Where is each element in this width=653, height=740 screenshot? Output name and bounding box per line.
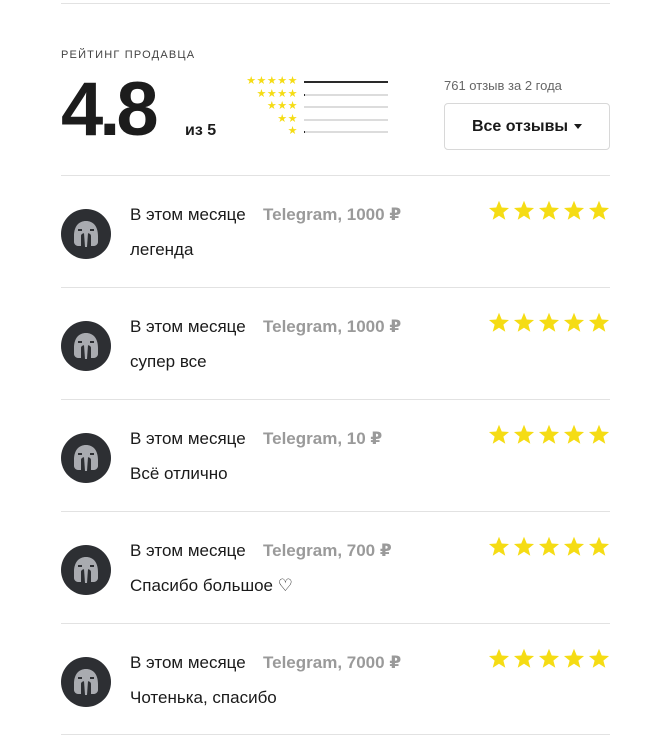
star-icon [513, 648, 535, 669]
review-rating [488, 424, 610, 445]
star-icon [538, 312, 560, 333]
review-rating [488, 536, 610, 557]
review-item: В этом месяце Telegram, 700 ₽ Спасибо боль… [61, 511, 610, 623]
review-date: В этом месяце [130, 541, 246, 560]
star-icon [563, 648, 585, 669]
rating-of-label: из 5 [185, 122, 217, 139]
review-date: В этом месяце [130, 205, 246, 224]
top-divider [61, 3, 610, 4]
avatar [61, 657, 111, 707]
distribution-bar [304, 106, 388, 108]
distribution-stars-icon: ★★★ [266, 100, 298, 112]
review-item: В этом месяце Telegram, 7000 ₽ Чотенька, с… [61, 623, 610, 735]
star-icon [588, 312, 610, 333]
helmet-icon [74, 333, 98, 359]
star-icon [488, 424, 510, 445]
rating-value: 4.8 [61, 67, 159, 152]
review-text: супер все [130, 352, 207, 371]
review-rating [488, 312, 610, 333]
distribution-bar [304, 93, 388, 96]
star-icon [488, 312, 510, 333]
star-icon [588, 424, 610, 445]
star-icon [588, 536, 610, 557]
star-icon [538, 536, 560, 557]
star-icon [588, 200, 610, 221]
review-date: В этом месяце [130, 429, 246, 448]
review-text: Всё отлично [130, 464, 228, 483]
review-item: В этом месяце Telegram, 1000 ₽ легенда [61, 175, 610, 287]
distribution-stars-icon: ★★ [277, 112, 298, 125]
review-source: Telegram, 1000 ₽ [263, 205, 402, 224]
star-icon [513, 200, 535, 221]
star-icon [488, 536, 510, 557]
avatar [61, 321, 111, 371]
review-text: Спасибо большое ♡ [130, 576, 293, 595]
review-source: Telegram, 10 ₽ [263, 429, 383, 448]
distribution-stars-icon: ★★★★ [256, 87, 298, 100]
rating-distribution: ★★★★★ ★★★★ ★★★ ★★ ★ [236, 75, 388, 139]
review-source: Telegram, 7000 ₽ [263, 653, 402, 672]
review-item: В этом месяце Telegram, 1000 ₽ супер все [61, 287, 610, 399]
review-text: легенда [130, 240, 194, 259]
star-icon [563, 312, 585, 333]
star-icon [563, 536, 585, 557]
star-icon [538, 648, 560, 669]
section-title: РЕЙТИНГ ПРОДАВЦА [61, 49, 196, 61]
helmet-icon [74, 221, 98, 247]
distribution-row-1: ★ [236, 125, 388, 139]
star-icon [488, 200, 510, 221]
avatar [61, 209, 111, 259]
caret-down-icon [574, 124, 583, 129]
star-icon [513, 536, 535, 557]
review-rating [488, 200, 610, 221]
star-icon [538, 200, 560, 221]
star-icon [513, 312, 535, 333]
star-icon [563, 424, 585, 445]
distribution-row-3: ★★★ [236, 100, 388, 114]
distribution-stars-icon: ★ [287, 125, 298, 137]
all-reviews-dropdown[interactable]: Все отзывы [444, 103, 610, 150]
helmet-icon [74, 669, 98, 695]
review-rating [488, 648, 610, 669]
star-icon [538, 424, 560, 445]
distribution-bar-fill [304, 93, 305, 96]
review-item: В этом месяце Telegram, 10 ₽ Всё отлично [61, 399, 610, 511]
distribution-bar [304, 131, 388, 133]
review-date: В этом месяце [130, 653, 246, 672]
distribution-bar-fill [304, 81, 388, 83]
distribution-bar [304, 118, 388, 121]
review-source: Telegram, 700 ₽ [263, 541, 392, 560]
review-count: 761 отзыв за 2 года [444, 78, 562, 93]
review-text: Чотенька, спасибо [130, 688, 277, 707]
star-icon [588, 648, 610, 669]
distribution-row-2: ★★ [236, 112, 388, 127]
review-date: В этом месяце [130, 317, 246, 336]
distribution-bar-fill [304, 131, 305, 133]
helmet-icon [74, 445, 98, 471]
avatar [61, 433, 111, 483]
distribution-bar [304, 81, 388, 83]
avatar [61, 545, 111, 595]
all-reviews-label: Все отзывы [471, 117, 569, 135]
helmet-icon [74, 557, 98, 583]
review-source: Telegram, 1000 ₽ [263, 317, 402, 336]
review-list: В этом месяце Telegram, 1000 ₽ легенда В эт… [61, 175, 610, 735]
star-icon [513, 424, 535, 445]
star-icon [488, 648, 510, 669]
distribution-stars-icon: ★★★★★ [246, 75, 298, 87]
star-icon [563, 200, 585, 221]
distribution-row-4: ★★★★ [236, 87, 388, 102]
